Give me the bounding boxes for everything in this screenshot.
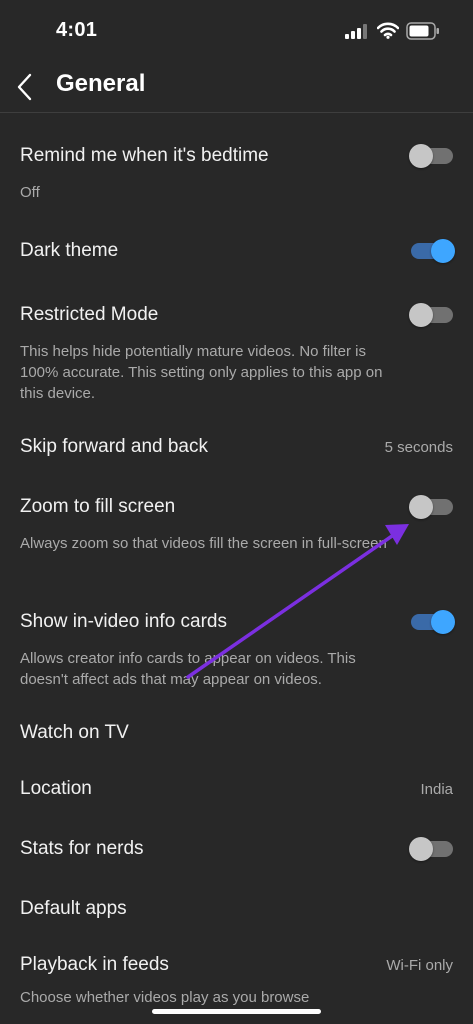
setting-stats-for-nerds[interactable]: Stats for nerds bbox=[0, 823, 473, 875]
dark-theme-toggle[interactable] bbox=[409, 237, 455, 265]
setting-bedtime-reminder[interactable]: Remind me when it's bedtime Off bbox=[0, 130, 473, 210]
setting-title: Default apps bbox=[20, 898, 127, 919]
wifi-icon bbox=[377, 22, 399, 39]
setting-watch-on-tv[interactable]: Watch on TV bbox=[0, 707, 473, 759]
status-bar: 4:01 bbox=[0, 0, 473, 64]
restricted-mode-toggle[interactable] bbox=[409, 301, 455, 329]
battery-icon bbox=[406, 22, 439, 40]
setting-title: Watch on TV bbox=[20, 722, 129, 743]
setting-title: Remind me when it's bedtime bbox=[20, 145, 269, 166]
setting-title: Zoom to fill screen bbox=[20, 496, 176, 517]
cellular-signal-icon bbox=[345, 24, 367, 39]
setting-dark-theme[interactable]: Dark theme bbox=[0, 225, 473, 277]
header-divider bbox=[0, 112, 473, 113]
back-button[interactable] bbox=[10, 68, 44, 106]
bedtime-reminder-toggle[interactable] bbox=[409, 142, 455, 170]
setting-description: This helps hide potentially mature video… bbox=[20, 343, 383, 402]
setting-playback-in-feeds[interactable]: Playback in feeds Wi-Fi only Choose whet… bbox=[0, 939, 473, 1019]
setting-title: Restricted Mode bbox=[20, 304, 159, 325]
top-app-bar: General bbox=[0, 64, 473, 110]
setting-value: 5 seconds bbox=[384, 439, 453, 456]
setting-title: Dark theme bbox=[20, 240, 119, 261]
setting-location[interactable]: Location India bbox=[0, 763, 473, 815]
setting-description: Choose whether videos play as you browse bbox=[20, 989, 310, 1006]
info-cards-toggle[interactable] bbox=[409, 608, 455, 636]
setting-default-apps[interactable]: Default apps bbox=[0, 883, 473, 935]
setting-title: Location bbox=[20, 778, 92, 799]
zoom-to-fill-toggle[interactable] bbox=[409, 493, 455, 521]
stats-for-nerds-toggle[interactable] bbox=[409, 835, 455, 863]
chevron-left-icon bbox=[17, 73, 32, 101]
setting-value: Wi-Fi only bbox=[386, 957, 453, 974]
setting-info-cards[interactable]: Show in-video info cards Allows creator … bbox=[0, 596, 473, 696]
setting-title: Playback in feeds bbox=[20, 954, 169, 975]
home-indicator[interactable] bbox=[152, 1009, 321, 1014]
setting-title: Show in-video info cards bbox=[20, 611, 227, 632]
setting-description: Off bbox=[20, 184, 40, 201]
setting-description: Always zoom so that videos fill the scre… bbox=[20, 535, 387, 552]
setting-skip-forward-back[interactable]: Skip forward and back 5 seconds bbox=[0, 421, 473, 473]
setting-title: Stats for nerds bbox=[20, 838, 144, 859]
setting-restricted-mode[interactable]: Restricted Mode This helps hide potentia… bbox=[0, 289, 473, 409]
setting-description: Allows creator info cards to appear on v… bbox=[20, 650, 356, 688]
page-title: General bbox=[56, 70, 146, 97]
setting-title: Skip forward and back bbox=[20, 436, 208, 457]
status-time: 4:01 bbox=[56, 19, 98, 41]
setting-value: India bbox=[420, 781, 453, 798]
setting-zoom-to-fill[interactable]: Zoom to fill screen Always zoom so that … bbox=[0, 481, 473, 581]
